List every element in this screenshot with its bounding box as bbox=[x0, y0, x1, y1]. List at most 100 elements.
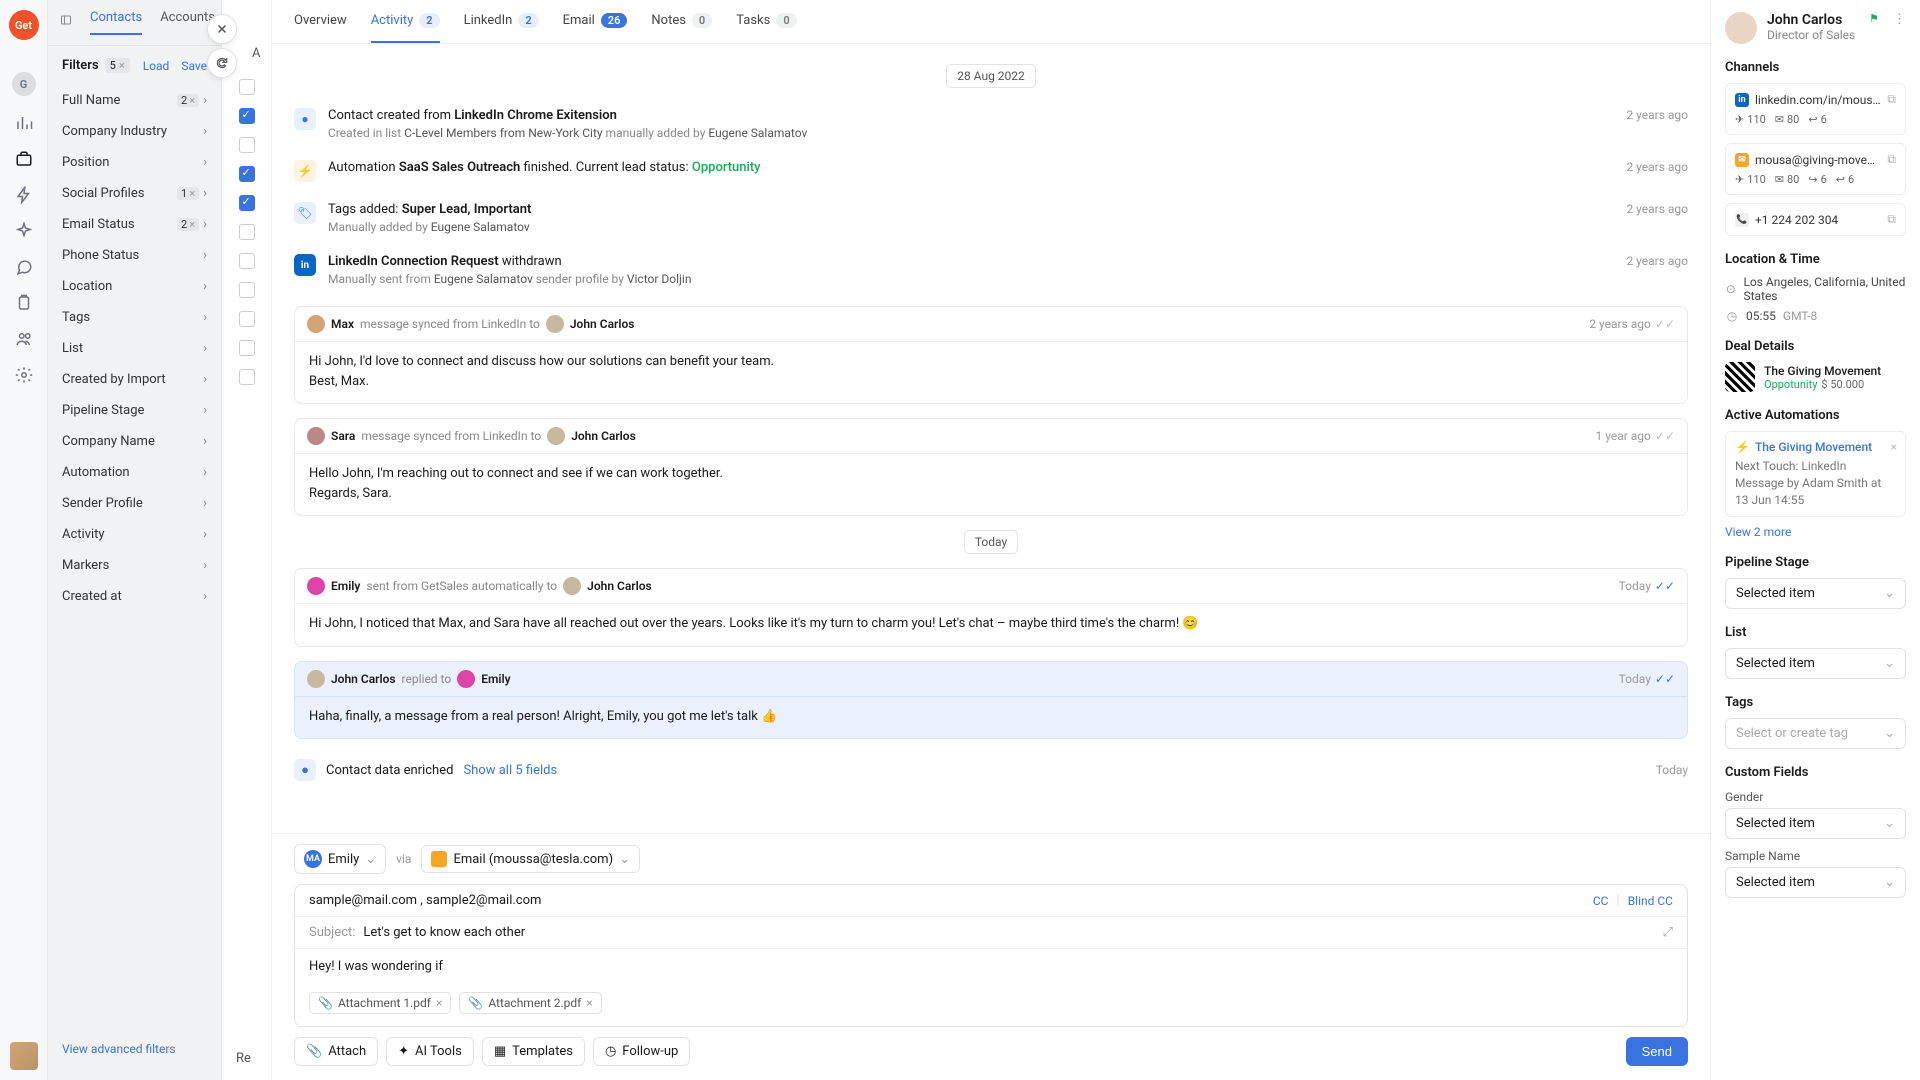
deal-card[interactable]: The Giving MovementOppotunity$ 50.000 bbox=[1725, 362, 1906, 392]
filter-row[interactable]: Markers› bbox=[56, 550, 213, 581]
sidebar-collapse-icon[interactable] bbox=[60, 12, 72, 28]
subject-row[interactable]: Subject:Let's get to know each other⤢ bbox=[295, 917, 1687, 949]
filter-row[interactable]: Activity› bbox=[56, 519, 213, 550]
message-body: Hello John, I'm reaching out to connect … bbox=[295, 454, 1687, 515]
tab-tasks[interactable]: Tasks0 bbox=[736, 0, 796, 43]
row-checkbox[interactable] bbox=[239, 108, 255, 124]
load-filters[interactable]: Load bbox=[143, 59, 170, 73]
attachment-pill[interactable]: 📎Attachment 1.pdf× bbox=[309, 992, 451, 1014]
section-channels: Channels bbox=[1725, 60, 1906, 75]
user-avatar[interactable] bbox=[10, 1042, 38, 1070]
filter-row[interactable]: Email Status2 ×› bbox=[56, 209, 213, 240]
copy-icon[interactable]: ⧉ bbox=[1887, 212, 1896, 227]
tab-notes[interactable]: Notes0 bbox=[651, 0, 712, 43]
row-checkbox[interactable] bbox=[239, 253, 255, 269]
filter-row[interactable]: Created by Import› bbox=[56, 364, 213, 395]
copy-icon[interactable]: ⧉ bbox=[1887, 152, 1896, 167]
bcc-button[interactable]: Blind CC bbox=[1628, 894, 1673, 908]
to-row[interactable]: sample@mail.com , sample2@mail.comCC|Bli… bbox=[295, 885, 1687, 917]
attach-button[interactable]: 📎Attach bbox=[294, 1037, 378, 1066]
sample-select[interactable]: Selected item⌄ bbox=[1725, 867, 1906, 898]
message-card[interactable]: Emilysent from GetSales automatically to… bbox=[294, 568, 1688, 647]
advanced-filters-link[interactable]: View advanced filters bbox=[56, 1032, 182, 1066]
tab-activity[interactable]: Activity2 bbox=[371, 0, 440, 43]
filter-row[interactable]: Company Industry› bbox=[56, 116, 213, 147]
filter-row[interactable]: List› bbox=[56, 333, 213, 364]
users-icon[interactable] bbox=[15, 330, 33, 348]
more-icon[interactable]: ⋮ bbox=[1893, 12, 1906, 27]
tab-linkedin[interactable]: LinkedIn2 bbox=[464, 0, 539, 43]
bolt-icon[interactable] bbox=[15, 186, 33, 204]
filter-row[interactable]: Full Name2 ×› bbox=[56, 85, 213, 116]
filter-row[interactable]: Pipeline Stage› bbox=[56, 395, 213, 426]
send-button[interactable]: Send bbox=[1626, 1037, 1688, 1066]
copy-icon[interactable]: ⧉ bbox=[1887, 92, 1896, 107]
channel-phone[interactable]: 📞+1 224 202 304⧉ bbox=[1725, 203, 1906, 236]
automation-card[interactable]: ⚡The Giving Movement Next Touch: LinkedI… bbox=[1725, 431, 1906, 517]
composer-body[interactable]: Hey! I was wondering if bbox=[295, 949, 1687, 984]
tab-contacts[interactable]: Contacts bbox=[90, 10, 142, 35]
linkedin-icon: in bbox=[1735, 93, 1749, 107]
row-checkbox[interactable] bbox=[239, 311, 255, 327]
row-checkbox[interactable] bbox=[239, 282, 255, 298]
close-icon[interactable]: × bbox=[1891, 440, 1897, 454]
channel-select[interactable]: Email (moussa@tesla.com)⌄ bbox=[421, 845, 640, 873]
briefcase-icon[interactable] bbox=[15, 150, 33, 168]
row-checkbox[interactable] bbox=[239, 166, 255, 182]
tab-overview[interactable]: Overview bbox=[294, 0, 347, 43]
row-checkbox[interactable] bbox=[239, 137, 255, 153]
flag-icon[interactable]: ⚑ bbox=[1869, 12, 1879, 25]
message-card-reply[interactable]: John Carlosreplied toEmilyToday ✓✓ Haha,… bbox=[294, 661, 1688, 740]
refresh-button[interactable] bbox=[207, 48, 237, 78]
save-filters[interactable]: Save bbox=[181, 59, 207, 73]
channel-email[interactable]: ✉mousa@giving-movement.com⧉ ✈ 110✉ 80↪ 6… bbox=[1725, 143, 1906, 195]
row-checkbox[interactable] bbox=[239, 340, 255, 356]
list-select[interactable]: Selected item⌄ bbox=[1725, 648, 1906, 679]
row-checkbox[interactable] bbox=[239, 224, 255, 240]
message-card[interactable]: Maxmessage synced from LinkedIn toJohn C… bbox=[294, 306, 1688, 404]
show-fields-link[interactable]: Show all 5 fields bbox=[463, 763, 557, 778]
profile-avatar[interactable] bbox=[1725, 12, 1757, 44]
sparkle-icon[interactable] bbox=[15, 222, 33, 240]
bolt-icon: ⚡ bbox=[294, 160, 316, 182]
gear-icon[interactable] bbox=[15, 366, 33, 384]
analytics-icon[interactable] bbox=[15, 114, 33, 132]
close-button[interactable] bbox=[207, 14, 237, 44]
remove-attachment-icon[interactable]: × bbox=[586, 996, 592, 1010]
filters-panel: Contacts Accounts Filters 5× Load Save F… bbox=[48, 0, 222, 1080]
filter-row[interactable]: Phone Status› bbox=[56, 240, 213, 271]
remove-attachment-icon[interactable]: × bbox=[436, 996, 442, 1010]
sender-select[interactable]: MAEmily⌄ bbox=[294, 844, 386, 874]
filter-row[interactable]: Position› bbox=[56, 147, 213, 178]
gender-select[interactable]: Selected item⌄ bbox=[1725, 808, 1906, 839]
filter-row[interactable]: Created at› bbox=[56, 581, 213, 612]
message-card[interactable]: Saramessage synced from LinkedIn toJohn … bbox=[294, 418, 1688, 516]
tags-select[interactable]: Select or create tag⌄ bbox=[1725, 718, 1906, 749]
filter-row[interactable]: Automation› bbox=[56, 457, 213, 488]
attachment-pill[interactable]: 📎Attachment 2.pdf× bbox=[459, 992, 601, 1014]
followup-button[interactable]: ◷Follow-up bbox=[593, 1037, 690, 1066]
workspace-badge[interactable]: G bbox=[12, 72, 36, 96]
clear-filters-icon[interactable]: × bbox=[119, 59, 125, 72]
cc-button[interactable]: CC bbox=[1593, 894, 1609, 908]
phone-icon: 📞 bbox=[1735, 213, 1749, 227]
filter-row[interactable]: Tags› bbox=[56, 302, 213, 333]
filter-row[interactable]: Company Name› bbox=[56, 426, 213, 457]
templates-button[interactable]: ▦Templates bbox=[482, 1037, 585, 1066]
chat-icon[interactable] bbox=[15, 258, 33, 276]
tab-email[interactable]: Email26 bbox=[563, 0, 628, 43]
ai-tools-button[interactable]: ✦AI Tools bbox=[386, 1037, 474, 1066]
pin-icon: ⊙ bbox=[1725, 282, 1736, 296]
row-checkbox[interactable] bbox=[239, 79, 255, 95]
filter-row[interactable]: Location› bbox=[56, 271, 213, 302]
view-more-link[interactable]: View 2 more bbox=[1725, 525, 1906, 539]
filter-row[interactable]: Sender Profile› bbox=[56, 488, 213, 519]
row-checkbox[interactable] bbox=[239, 195, 255, 211]
app-logo[interactable]: Get bbox=[9, 10, 39, 40]
clipboard-icon[interactable] bbox=[15, 294, 33, 312]
row-checkbox[interactable] bbox=[239, 369, 255, 385]
filter-row[interactable]: Social Profiles1 ×› bbox=[56, 178, 213, 209]
pipeline-select[interactable]: Selected item⌄ bbox=[1725, 578, 1906, 609]
channel-linkedin[interactable]: inlinkedin.com/in/mousa-antonie⧉ ✈ 110✉ … bbox=[1725, 83, 1906, 135]
expand-icon[interactable]: ⤢ bbox=[1663, 925, 1673, 940]
